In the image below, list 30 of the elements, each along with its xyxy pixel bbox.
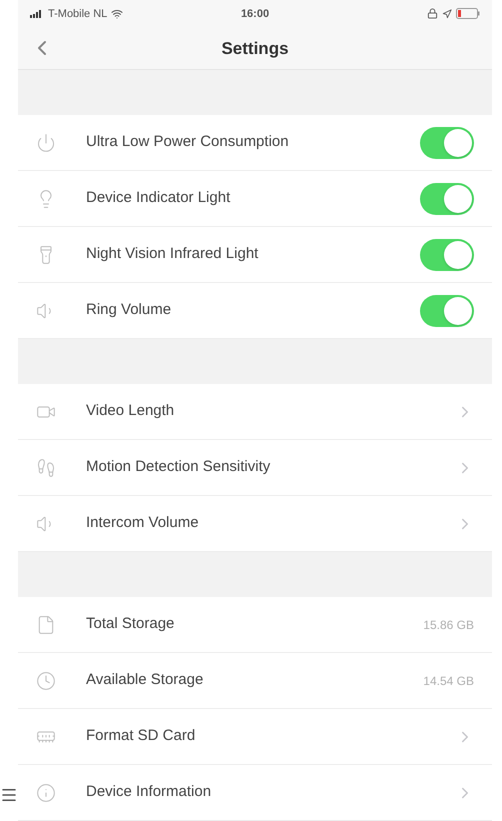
row-label: Ultra Low Power Consumption: [86, 132, 290, 152]
info-icon: [36, 782, 56, 802]
status-time: 16:00: [240, 6, 270, 22]
row-label: Night Vision Infrared Light: [86, 244, 260, 264]
toggle-switch[interactable]: [420, 126, 474, 158]
storage-value: 15.86 GB: [423, 616, 474, 634]
power-icon: [36, 132, 56, 152]
row-label: Video Length: [86, 401, 176, 422]
row-label: Ring Volume: [86, 300, 172, 320]
clock-icon: [36, 670, 56, 690]
toggle-switch[interactable]: [420, 294, 474, 326]
menu-icon[interactable]: [0, 786, 18, 804]
footprints-icon: [36, 458, 56, 478]
row-label: Total Storage: [86, 614, 176, 634]
file-icon: [36, 614, 56, 634]
carrier-name: T-Mobile NL: [48, 6, 108, 22]
battery-icon: [456, 8, 480, 20]
row-label: Device Information: [86, 782, 212, 802]
row-label: Format SD Card: [86, 726, 196, 746]
row-label: Available Storage: [86, 670, 204, 690]
page-title: Settings: [221, 38, 289, 60]
toggle-switch[interactable]: [420, 238, 474, 270]
row-label: Intercom Volume: [86, 513, 200, 534]
storage-value: 14.54 GB: [423, 672, 474, 690]
toggle-switch[interactable]: [420, 182, 474, 214]
location-icon: [442, 8, 452, 19]
lock-icon: [427, 8, 438, 20]
signal-icon: [30, 10, 44, 18]
row-label: Device Indicator Light: [86, 188, 232, 208]
row-label: Motion Detection Sensitivity: [86, 457, 272, 478]
